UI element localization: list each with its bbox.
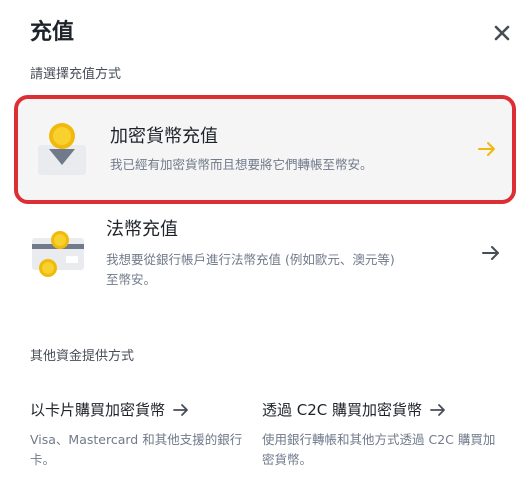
arrow-right-icon (428, 400, 448, 420)
arrow-right-icon (476, 138, 498, 160)
crypto-deposit-description: 我已經有加密貨幣而且想要將它們轉帳至幣安。 (110, 157, 373, 172)
close-button[interactable] (491, 22, 513, 44)
close-icon (494, 25, 510, 41)
crypto-deposit-option[interactable]: 加密貨幣充值 我已經有加密貨幣而且想要將它們轉帳至幣安。 (14, 95, 516, 204)
arrow-right-icon (480, 242, 502, 264)
buy-with-card-title: 以卡片購買加密貨幣 (30, 401, 166, 419)
fiat-deposit-description: 我想要從銀行帳戶進行法幣充值 (例如歐元、澳元等) 至幣安。 (106, 252, 395, 287)
modal-title: 充值 (30, 20, 75, 45)
crypto-deposit-title: 加密貨幣充值 (110, 126, 218, 147)
fiat-deposit-title: 法幣充值 (106, 219, 178, 240)
deposit-modal: 充值 請選擇充值方式 加密貨幣充值 我已經有加密貨幣而且想要將它們轉帳至幣安。 (0, 0, 531, 502)
arrow-right-icon (171, 400, 191, 420)
crypto-deposit-icon (34, 119, 98, 183)
modal-subtitle: 請選擇充值方式 (30, 67, 122, 82)
fiat-deposit-icon (30, 224, 94, 288)
buy-via-c2c-description: 使用銀行轉帳和其他方式透過 C2C 購買加密貨幣。 (262, 432, 496, 467)
fiat-deposit-option[interactable]: 法幣充值 我想要從銀行帳戶進行法幣充值 (例如歐元、澳元等) 至幣安。 (14, 206, 516, 310)
buy-with-card-link[interactable]: 以卡片購買加密貨幣 Visa、Mastercard 和其他支援的銀行卡。 (30, 398, 260, 470)
buy-via-c2c-link[interactable]: 透過 C2C 購買加密貨幣 使用銀行轉帳和其他方式透過 C2C 購買加密貨幣。 (262, 398, 507, 470)
buy-with-card-description: Visa、Mastercard 和其他支援的銀行卡。 (30, 432, 243, 467)
buy-via-c2c-title: 透過 C2C 購買加密貨幣 (262, 401, 423, 419)
other-funding-title: 其他資金提供方式 (30, 349, 135, 364)
